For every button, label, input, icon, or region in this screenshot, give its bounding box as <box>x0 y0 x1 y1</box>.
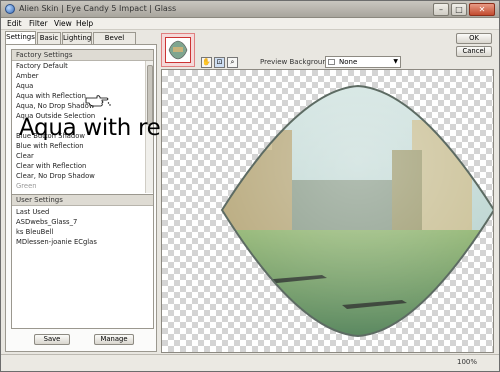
chevron-down-icon: ▼ <box>393 58 398 65</box>
glass-effect-preview-image <box>220 84 493 338</box>
save-button[interactable]: Save <box>34 334 70 345</box>
factory-settings-header: Factory Settings <box>12 50 153 61</box>
preview-background-label: Preview Background: <box>260 58 334 66</box>
title-bar: Alien Skin | Eye Candy 5 Impact | Glass … <box>1 1 499 18</box>
cancel-button[interactable]: Cancel <box>456 46 492 57</box>
menu-edit[interactable]: Edit <box>7 19 22 28</box>
list-item[interactable]: Factory Default <box>16 61 68 71</box>
close-button[interactable]: ✕ <box>469 3 495 16</box>
list-item[interactable]: Clear <box>16 151 34 161</box>
eye-candy-window: Alien Skin | Eye Candy 5 Impact | Glass … <box>0 0 500 372</box>
list-item[interactable]: Green <box>16 181 37 191</box>
list-item[interactable]: MDlessen-joanie ECglas <box>16 237 97 247</box>
thumbnail-preview-icon <box>168 40 188 60</box>
tab-lighting[interactable]: Lighting <box>62 32 92 44</box>
zoom-tool-icon[interactable]: ⌕ <box>227 57 238 68</box>
menu-view[interactable]: View <box>54 19 72 28</box>
hand-tool-icon[interactable]: ✋ <box>201 57 212 68</box>
preview-thumbnail[interactable] <box>161 33 195 67</box>
maximize-button[interactable]: □ <box>451 3 467 16</box>
menu-help[interactable]: Help <box>76 19 93 28</box>
tab-settings[interactable]: Settings <box>5 31 36 44</box>
list-item[interactable]: ASDwebs_Glass_7 <box>16 217 77 227</box>
pointing-hand-icon <box>85 95 111 107</box>
preview-background-value: None <box>339 58 358 66</box>
settings-panel: Factory Settings Factory Default Amber A… <box>5 44 157 352</box>
minimize-button[interactable]: – <box>433 3 449 16</box>
zoom-level: 100% <box>456 358 477 366</box>
list-item[interactable]: Clear, No Drop Shadow <box>16 171 95 181</box>
list-item[interactable]: Last Used <box>16 207 49 217</box>
manage-button[interactable]: Manage <box>94 334 134 345</box>
preview-canvas[interactable] <box>161 69 494 353</box>
list-item[interactable]: Aqua with Reflection <box>16 91 86 101</box>
user-settings-list: User Settings Last Used ASDwebs_Glass_7 … <box>11 194 154 329</box>
tab-bevel-profile[interactable]: Bevel Profile <box>93 32 136 53</box>
menu-filter[interactable]: Filter <box>29 19 48 28</box>
list-item[interactable]: Amber <box>16 71 39 81</box>
zoom-fit-icon[interactable]: ⊡ <box>214 57 225 68</box>
window-title: Alien Skin | Eye Candy 5 Impact | Glass <box>19 4 177 13</box>
ok-button[interactable]: OK <box>456 33 492 44</box>
list-item[interactable]: Aqua <box>16 81 33 91</box>
tab-basic[interactable]: Basic <box>37 32 61 44</box>
list-item[interactable]: Blue with Reflection <box>16 141 84 151</box>
list-item[interactable]: Clear with Reflection <box>16 161 86 171</box>
preview-background-select[interactable]: None ▼ <box>325 56 401 68</box>
list-item[interactable]: ks BleuBell <box>16 227 53 237</box>
user-settings-header: User Settings <box>12 195 153 206</box>
app-icon <box>5 4 15 14</box>
list-item[interactable]: Aqua, No Drop Shadow <box>16 101 94 111</box>
preview-area: ✋ ⊡ ⌕ Preview Background: None ▼ OK Canc… <box>159 31 499 354</box>
status-bar: 100% <box>1 354 499 371</box>
color-swatch-icon <box>328 59 335 65</box>
menu-bar: Edit Filter View Help <box>1 18 499 30</box>
